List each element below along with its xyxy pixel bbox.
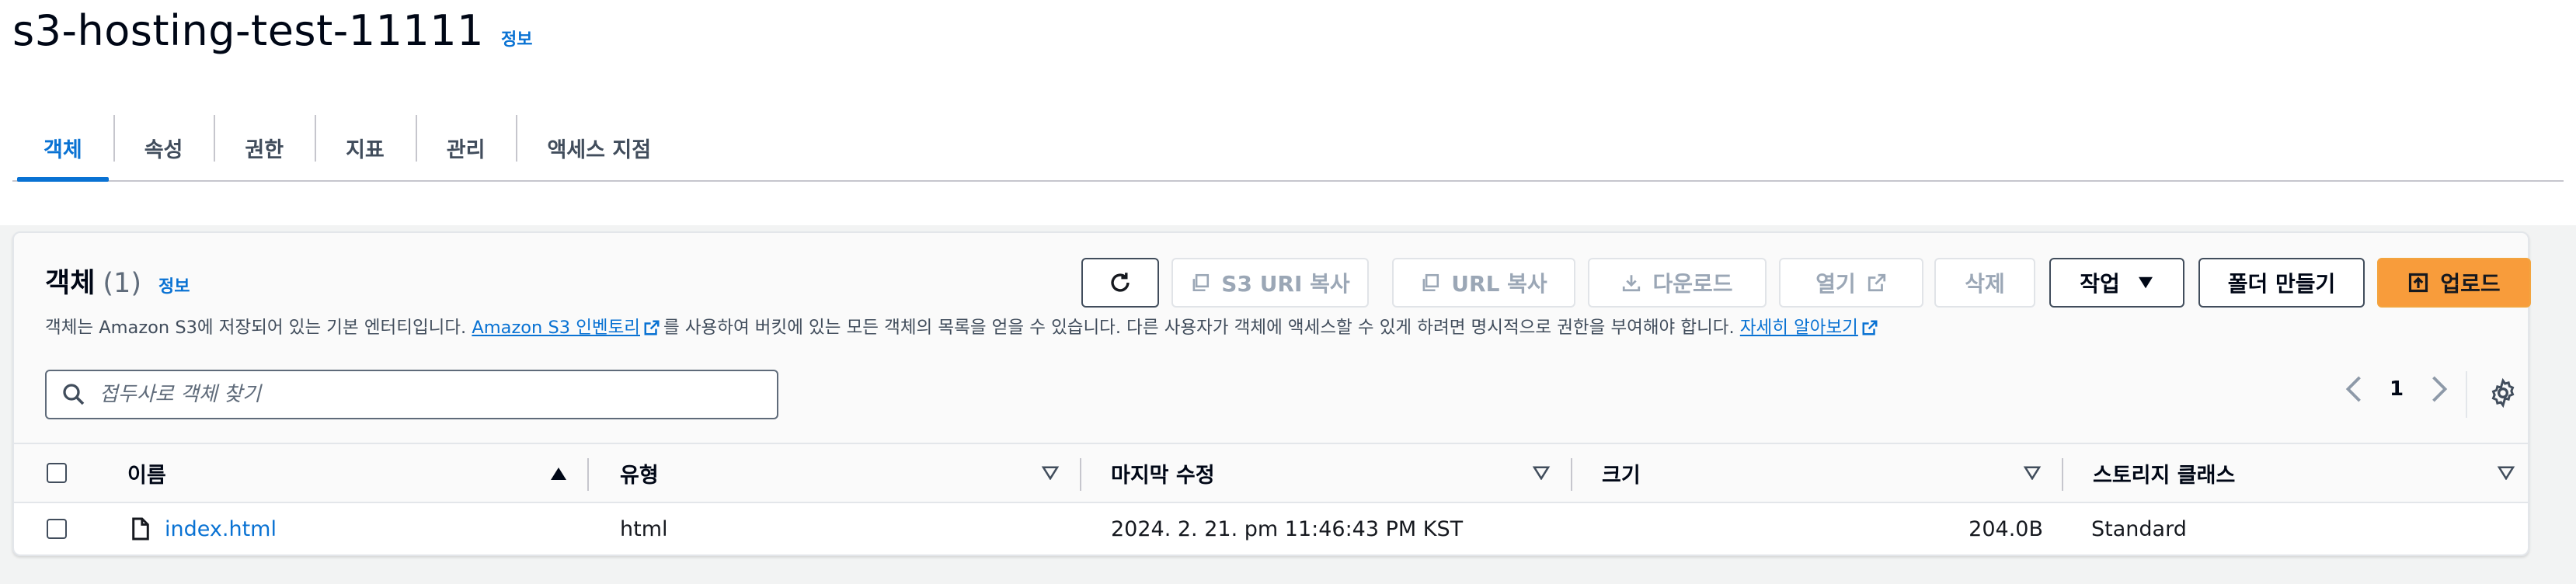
description-text-2: 를 사용하여 버킷에 있는 모든 객체의 목록을 얻을 수 있습니다. 다른 사…: [663, 318, 1735, 338]
chevron-left-icon[interactable]: [2345, 376, 2363, 402]
gear-icon[interactable]: [2487, 377, 2519, 408]
sort-icon[interactable]: [1532, 466, 1551, 480]
delete-button[interactable]: 삭제: [1934, 258, 2035, 308]
upload-button[interactable]: 업로드: [2377, 258, 2531, 308]
tab-permissions[interactable]: 권한: [214, 115, 315, 180]
page-number[interactable]: 1: [2390, 377, 2404, 401]
sort-icon[interactable]: [2023, 466, 2042, 480]
objects-title: 객체: [45, 268, 96, 299]
copy-url-label: URL 복사: [1451, 271, 1547, 297]
column-header-type[interactable]: 유형: [620, 444, 659, 502]
open-label: 열기: [1815, 271, 1856, 297]
objects-info-link[interactable]: 정보: [158, 273, 190, 297]
sort-ascending-icon[interactable]: [548, 466, 569, 481]
bucket-tabs: 객체 속성 권한 지표 관리 액세스 지점: [12, 115, 2564, 182]
bucket-header: s3-hosting-test-11111 정보: [12, 6, 533, 55]
actions-label: 작업: [2080, 271, 2120, 297]
objects-count: (1): [103, 268, 141, 299]
column-header-storage-class[interactable]: 스토리지 클래스: [2093, 444, 2235, 502]
select-all-checkbox[interactable]: [47, 463, 67, 483]
file-icon: [132, 517, 149, 541]
tab-management[interactable]: 관리: [415, 115, 517, 180]
copy-url-button[interactable]: URL 복사: [1392, 258, 1575, 308]
pagination: 1: [2345, 376, 2449, 402]
object-name-link[interactable]: index.html: [165, 517, 277, 541]
bucket-info-link[interactable]: 정보: [501, 26, 532, 50]
column-header-last-modified[interactable]: 마지막 수정: [1111, 444, 1215, 502]
table-header: 이름 유형 마지막 수정 크기 스토리지 클래스: [14, 443, 2528, 503]
table-row: index.html html 2024. 2. 21. pm 11:46:43…: [14, 503, 2528, 554]
tab-properties[interactable]: 속성: [113, 115, 214, 180]
object-name-cell: index.html: [131, 503, 277, 554]
copy-s3-uri-button[interactable]: S3 URI 복사: [1171, 258, 1369, 308]
object-storage-class: Standard: [2091, 516, 2187, 541]
object-size: 204.0B: [1969, 516, 2043, 541]
row-checkbox[interactable]: [47, 519, 67, 539]
column-resizer[interactable]: [1571, 458, 1572, 491]
object-search[interactable]: [45, 370, 778, 419]
copy-icon: [1192, 273, 1210, 292]
download-icon: [1623, 275, 1641, 292]
tab-objects[interactable]: 객체: [12, 115, 113, 182]
caret-down-icon: [2138, 276, 2153, 289]
objects-panel: 객체 (1) 정보 객체는 Amazon S3에 저장되어 있는 기본 엔터티입…: [12, 231, 2531, 556]
download-button[interactable]: 다운로드: [1588, 258, 1767, 308]
column-header-size[interactable]: 크기: [1602, 444, 1641, 502]
external-link-icon: [1862, 320, 1878, 335]
external-link-icon: [644, 320, 660, 335]
create-folder-button[interactable]: 폴더 만들기: [2198, 258, 2365, 308]
select-all-cell: [47, 444, 67, 502]
search-icon: [63, 384, 85, 405]
tab-metrics[interactable]: 지표: [315, 115, 416, 180]
actions-dropdown[interactable]: 작업: [2049, 258, 2184, 308]
column-resizer[interactable]: [2062, 458, 2063, 491]
copy-s3-uri-label: S3 URI 복사: [1221, 271, 1350, 297]
chevron-right-icon[interactable]: [2430, 376, 2449, 402]
tab-access-points[interactable]: 액세스 지점: [516, 115, 682, 180]
refresh-icon: [1111, 273, 1130, 292]
bucket-title: s3-hosting-test-11111: [12, 6, 485, 55]
objects-table: 이름 유형 마지막 수정 크기 스토리지 클래스 index.html html…: [14, 443, 2528, 554]
inventory-link[interactable]: Amazon S3 인벤토리: [472, 318, 640, 338]
upload-icon: [2409, 273, 2428, 293]
learn-more-link[interactable]: 자세히 알아보기: [1740, 318, 1858, 338]
sort-icon[interactable]: [2497, 466, 2515, 480]
column-resizer[interactable]: [1080, 458, 1081, 491]
download-label: 다운로드: [1652, 271, 1733, 297]
upload-label: 업로드: [2440, 271, 2501, 297]
column-header-name[interactable]: 이름: [127, 444, 166, 502]
column-resizer[interactable]: [587, 458, 589, 491]
search-input[interactable]: [98, 382, 766, 407]
object-type: html: [620, 516, 668, 541]
external-link-icon: [1868, 273, 1885, 292]
row-select-cell: [47, 503, 67, 554]
copy-icon: [1422, 273, 1439, 292]
create-folder-label: 폴더 만들기: [2227, 271, 2336, 297]
refresh-button[interactable]: [1081, 258, 1159, 308]
delete-label: 삭제: [1965, 271, 2005, 297]
description-text-1: 객체는 Amazon S3에 저장되어 있는 기본 엔터티입니다.: [45, 318, 467, 338]
sort-icon[interactable]: [1041, 466, 1060, 480]
open-button[interactable]: 열기: [1779, 258, 1923, 308]
pager-divider: [2466, 371, 2467, 418]
objects-panel-header: 객체 (1) 정보: [45, 261, 190, 301]
objects-description: 객체는 Amazon S3에 저장되어 있는 기본 엔터티입니다. Amazon…: [45, 314, 1882, 339]
object-last-modified: 2024. 2. 21. pm 11:46:43 PM KST: [1111, 516, 1464, 541]
